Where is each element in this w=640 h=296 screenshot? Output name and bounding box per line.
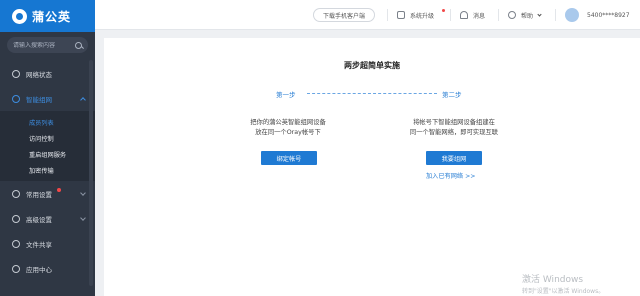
create-network-button[interactable]: 我要组网 (426, 151, 482, 165)
messages-button[interactable]: 消息 (460, 0, 485, 30)
step-two-label: 第二步 (442, 91, 462, 99)
search-input[interactable] (13, 41, 73, 49)
watermark-line2: 转到"设置"以激活 Windows。 (522, 288, 605, 295)
sidebar-item-network-status[interactable]: 网络状态 (0, 61, 95, 86)
sidebar-item-label: 智能组网 (26, 95, 52, 104)
network-status-icon (12, 69, 20, 78)
upgrade-notification-dot (442, 9, 445, 12)
page-title: 两步超简单实施 (344, 61, 400, 70)
sidebar: 蒲公英 网络状态 智能组网 成员列表 访问控制 重启组网服务 加密传输 常用设置 (0, 0, 95, 296)
help-menu[interactable]: 帮助 (508, 0, 542, 30)
step-two-desc-line1: 将帐号下智能组网设备组建在 (413, 119, 495, 126)
help-label: 帮助 (521, 12, 534, 20)
watermark-line1: 激活 Windows (522, 275, 584, 285)
top-bar: 下载手机客户端 系统升级 消息 帮助 5400****8927 (95, 0, 640, 30)
account-menu[interactable]: 5400****8927 (565, 0, 630, 30)
help-icon (508, 11, 516, 19)
system-upgrade-button[interactable]: 系统升级 (397, 0, 434, 30)
sidebar-item-smart-networking[interactable]: 智能组网 (0, 86, 95, 111)
sidebar-subitem-restart-service[interactable]: 重启组网服务 (0, 146, 95, 162)
step-two-desc-line2: 同一个智能网络，即可实现互联 (409, 129, 499, 136)
upgrade-icon (397, 11, 405, 19)
bind-account-button[interactable]: 绑定帐号 (261, 151, 317, 165)
dandelion-logo-icon (12, 8, 27, 24)
submenu-smart-networking: 成员列表 访问控制 重启组网服务 加密传输 (0, 111, 95, 181)
logo[interactable]: 蒲公英 (0, 0, 95, 32)
sidebar-item-common-settings[interactable]: 常用设置 (0, 181, 95, 206)
chevron-down-icon (80, 190, 86, 196)
step-one-description: 把你的蒲公英智能组网设备 放在同一个Oray帐号下 (213, 118, 363, 138)
chevron-down-icon (80, 215, 86, 221)
sidebar-item-label: 应用中心 (26, 265, 52, 274)
step-connector (307, 93, 437, 94)
sidebar-scrollbar[interactable] (89, 60, 93, 286)
sidebar-item-app-center[interactable]: 应用中心 (0, 256, 95, 281)
notification-dot (57, 188, 61, 192)
chevron-up-icon (80, 97, 86, 103)
join-network-link[interactable]: 加入已有网络 >> (426, 171, 475, 180)
sidebar-item-label: 文件共享 (26, 240, 52, 249)
divider (387, 9, 388, 21)
messages-label: 消息 (473, 12, 486, 20)
system-upgrade-label: 系统升级 (410, 12, 435, 20)
step-one-desc-line1: 把你的蒲公英智能组网设备 (250, 119, 326, 126)
logo-text: 蒲公英 (32, 9, 72, 24)
networking-icon (12, 94, 20, 103)
account-name: 5400****8927 (587, 11, 630, 19)
sidebar-item-label: 常用设置 (26, 190, 52, 199)
download-app-button[interactable]: 下载手机客户端 (313, 8, 375, 22)
step-one-desc-line2: 放在同一个Oray帐号下 (255, 129, 321, 136)
chevron-down-icon (537, 11, 542, 17)
bell-icon (460, 11, 468, 19)
step-one-label: 第一步 (276, 91, 296, 99)
avatar (565, 8, 579, 22)
sidebar-item-label: 网络状态 (26, 70, 52, 79)
file-share-icon (12, 239, 20, 248)
step-two-description: 将帐号下智能组网设备组建在 同一个智能网络，即可实现互联 (379, 118, 529, 138)
gear-icon (12, 189, 20, 198)
setup-card: 两步超简单实施 第一步 第二步 把你的蒲公英智能组网设备 放在同一个Oray帐号… (104, 38, 640, 296)
sidebar-subitem-access-control[interactable]: 访问控制 (0, 130, 95, 146)
sidebar-item-label: 高级设置 (26, 215, 52, 224)
divider (450, 9, 451, 21)
divider (498, 9, 499, 21)
search-icon[interactable] (75, 41, 82, 49)
sidebar-item-advanced-settings[interactable]: 高级设置 (0, 206, 95, 231)
sidebar-item-file-sharing[interactable]: 文件共享 (0, 231, 95, 256)
sidebar-subitem-member-list[interactable]: 成员列表 (0, 114, 95, 130)
divider (555, 9, 556, 21)
app-center-icon (12, 264, 20, 273)
windows-activation-watermark: 激活 Windows 转到"设置"以激活 Windows。 (522, 272, 604, 295)
advanced-settings-icon (12, 214, 20, 223)
sidebar-subitem-encrypted-transfer[interactable]: 加密传输 (0, 162, 95, 178)
search-box (7, 37, 88, 53)
sidebar-nav: 网络状态 智能组网 成员列表 访问控制 重启组网服务 加密传输 常用设置 高级设… (0, 61, 95, 281)
